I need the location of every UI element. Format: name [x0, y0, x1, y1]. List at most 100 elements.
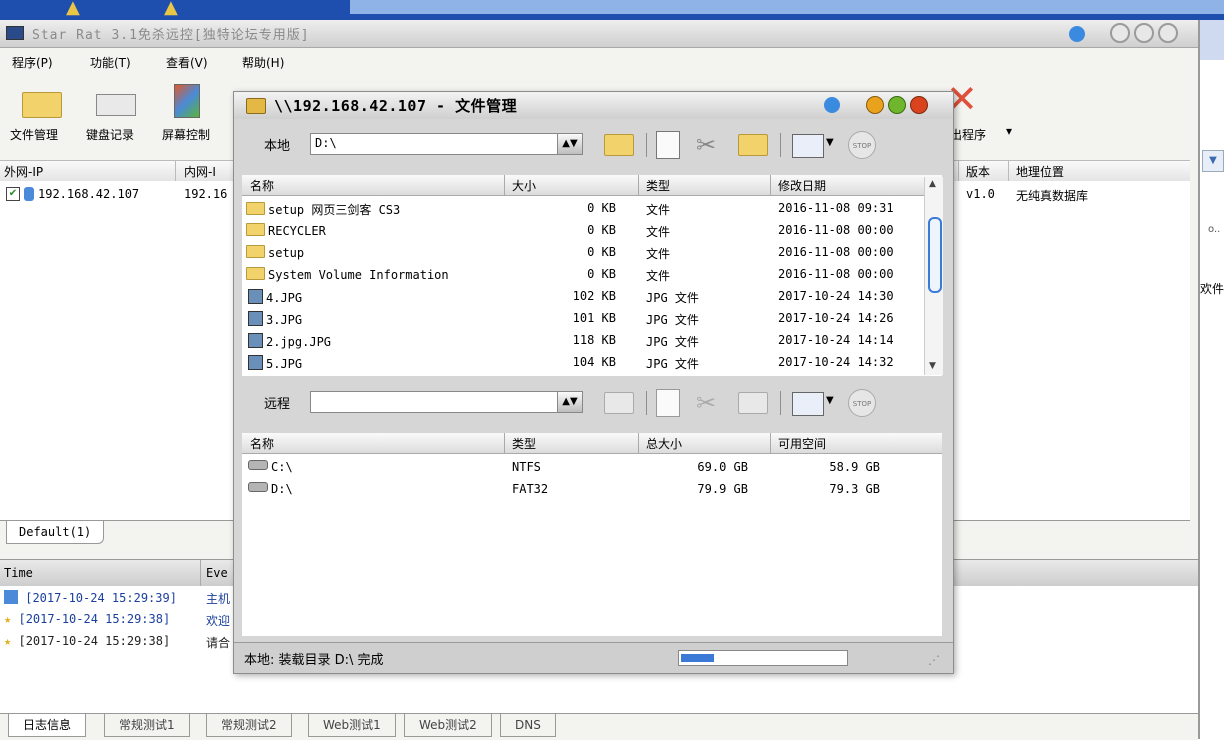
column-version[interactable]: 版本: [966, 163, 990, 180]
stop-button[interactable]: STOP: [848, 389, 876, 417]
checkbox[interactable]: ✔: [6, 187, 20, 201]
remote-path-input[interactable]: [310, 391, 565, 413]
menu-help[interactable]: 帮助(H): [242, 54, 284, 71]
chevron-down-icon[interactable]: ▼: [1202, 150, 1224, 172]
list-item[interactable]: setup 0 KB 文件 2016-11-08 00:00: [242, 242, 942, 264]
column-modified[interactable]: 修改日期: [778, 177, 826, 194]
copy-icon[interactable]: [656, 389, 680, 417]
log-row[interactable]: ★ [2017-10-24 15:29:38] 请合: [4, 634, 230, 650]
column-event[interactable]: Eve: [206, 566, 228, 580]
log-row[interactable]: ★ [2017-10-24 15:29:38] 欢迎: [4, 612, 230, 628]
stop-button[interactable]: STOP: [848, 131, 876, 159]
file-manager-icon[interactable]: [22, 92, 62, 118]
tab-web-test-2[interactable]: Web测试2: [404, 714, 492, 737]
column-wan-ip[interactable]: 外网-IP: [4, 163, 43, 180]
minimize-button[interactable]: [1110, 23, 1130, 43]
tab-default-group[interactable]: Default(1): [6, 521, 105, 544]
chevron-down-icon[interactable]: ▲▼: [557, 133, 583, 155]
log-event: 主机: [206, 592, 231, 606]
file-date: 2017-10-24 14:14: [778, 333, 894, 347]
tab-web-test-1[interactable]: Web测试1: [308, 714, 396, 737]
keylogger-button[interactable]: 键盘记录: [86, 126, 134, 143]
log-event: 请合: [206, 636, 231, 650]
column-name[interactable]: 名称: [250, 435, 274, 452]
new-folder-icon[interactable]: [738, 134, 768, 156]
column-location[interactable]: 地理位置: [1016, 163, 1064, 180]
list-item[interactable]: 2.jpg.JPG 118 KB JPG 文件 2017-10-24 14:14: [242, 330, 942, 352]
folder-up-icon[interactable]: [604, 134, 634, 156]
tab-log[interactable]: 日志信息: [8, 714, 87, 737]
maximize-button[interactable]: [888, 96, 906, 114]
scrollbar-thumb[interactable]: [928, 217, 942, 293]
column-time[interactable]: Time: [4, 566, 33, 580]
chevron-down-icon[interactable]: ▲▼: [557, 391, 583, 413]
resize-grip-icon[interactable]: ⋰: [928, 653, 940, 667]
maximize-button[interactable]: [1134, 23, 1154, 43]
folder-icon: [246, 267, 265, 280]
list-item[interactable]: System Volume Information 0 KB 文件 2016-1…: [242, 264, 942, 286]
divider: [780, 391, 781, 415]
list-item[interactable]: setup 网页三剑客 CS3 0 KB 文件 2016-11-08 09:31: [242, 198, 942, 220]
view-mode-icon[interactable]: [792, 392, 824, 416]
column-free-space[interactable]: 可用空间: [778, 435, 826, 452]
wan-ip: 192.168.42.107: [38, 187, 140, 201]
scrollbar[interactable]: ▲ ▼: [924, 177, 943, 375]
column-divider: [770, 433, 771, 453]
chevron-down-icon[interactable]: ▼: [826, 137, 834, 148]
folder-up-icon[interactable]: [604, 392, 634, 414]
main-titlebar: Star Rat 3.1免杀远控[独特论坛专用版]: [0, 20, 1198, 48]
scroll-down-icon[interactable]: ▼: [929, 361, 936, 371]
list-item[interactable]: 5.JPG 104 KB JPG 文件 2017-10-24 14:32: [242, 352, 942, 374]
file-date: 2017-10-24 14:32: [778, 355, 894, 369]
local-path-input[interactable]: D:\: [310, 133, 565, 155]
file-size: 118 KB: [572, 333, 616, 347]
chevron-down-icon[interactable]: ▾: [1006, 124, 1012, 138]
tab-normal-test-1[interactable]: 常规测试1: [104, 714, 190, 737]
scroll-up-icon[interactable]: ▲: [929, 179, 936, 189]
background-window-edge: o.. 欢件: [1200, 20, 1224, 739]
list-item[interactable]: 3.JPG 101 KB JPG 文件 2017-10-24 14:26: [242, 308, 942, 330]
cut-icon[interactable]: ✂: [696, 389, 716, 417]
minimize-button[interactable]: [866, 96, 884, 114]
help-icon[interactable]: [1069, 26, 1085, 42]
menu-function[interactable]: 功能(T): [90, 54, 131, 71]
list-item[interactable]: 4.JPG 102 KB JPG 文件 2017-10-24 14:30: [242, 286, 942, 308]
tab-normal-test-2[interactable]: 常规测试2: [206, 714, 292, 737]
file-date: 2017-10-24 14:30: [778, 289, 894, 303]
new-folder-icon[interactable]: [738, 392, 768, 414]
remote-label: 远程: [264, 397, 291, 412]
column-name[interactable]: 名称: [250, 177, 274, 194]
menu-program[interactable]: 程序(P): [12, 54, 53, 71]
cut-icon[interactable]: ✂: [696, 131, 716, 159]
view-mode-icon[interactable]: [792, 134, 824, 158]
dialog-titlebar[interactable]: \\192.168.42.107 - 文件管理: [234, 92, 953, 119]
column-lan-ip[interactable]: 内网-I: [184, 163, 216, 180]
file-size: 104 KB: [572, 355, 616, 369]
column-divider: [638, 175, 639, 195]
divider: [646, 133, 647, 157]
column-size[interactable]: 大小: [512, 177, 536, 194]
list-item[interactable]: C:\ NTFS 69.0 GB 58.9 GB: [242, 457, 942, 479]
log-row[interactable]: [2017-10-24 15:29:39] 主机: [4, 590, 230, 606]
column-total-size[interactable]: 总大小: [646, 435, 682, 452]
tab-dns[interactable]: DNS: [500, 714, 556, 737]
screen-control-button[interactable]: 屏幕控制: [162, 126, 210, 143]
dialog-status-bar: 本地: 装载目录 D:\ 完成 ⋰: [234, 642, 953, 673]
close-button[interactable]: [1158, 23, 1178, 43]
list-item[interactable]: D:\ FAT32 79.9 GB 79.3 GB: [242, 479, 942, 501]
lan-ip: 192.16: [184, 187, 228, 201]
file-type: JPG 文件: [646, 291, 699, 305]
exit-program-button[interactable]: 出程序: [950, 126, 986, 143]
menu-view[interactable]: 查看(V): [166, 54, 208, 71]
close-button[interactable]: [910, 96, 928, 114]
file-manager-button[interactable]: 文件管理: [10, 126, 58, 143]
column-type[interactable]: 类型: [646, 177, 670, 194]
list-item[interactable]: RECYCLER 0 KB 文件 2016-11-08 00:00: [242, 220, 942, 242]
column-type[interactable]: 类型: [512, 435, 536, 452]
copy-icon[interactable]: [656, 131, 680, 159]
help-icon[interactable]: [824, 97, 840, 113]
keyboard-icon[interactable]: [96, 94, 136, 116]
file-size: 0 KB: [587, 267, 616, 281]
chevron-down-icon[interactable]: ▼: [826, 395, 834, 406]
screen-control-icon[interactable]: [174, 84, 200, 118]
